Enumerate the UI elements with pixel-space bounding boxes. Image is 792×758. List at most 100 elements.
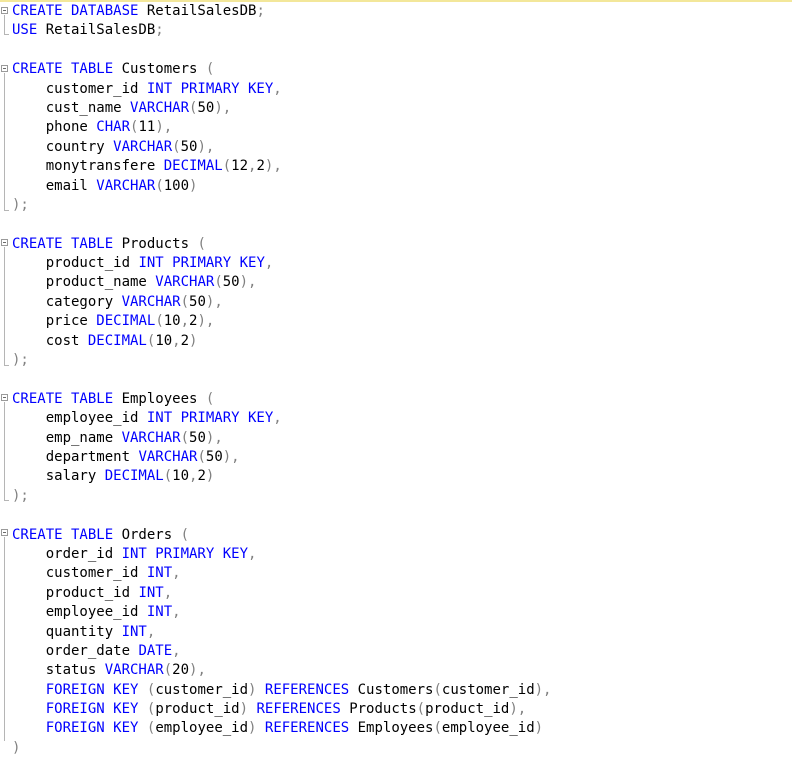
sql-identifier: emp_name (12, 429, 122, 446)
code-line[interactable]: cost DECIMAL(10,2) (12, 332, 551, 351)
sql-identifier: 2 (180, 332, 190, 349)
sql-punctuation: ( (180, 293, 190, 310)
sql-punctuation: ( (416, 701, 426, 718)
sql-punctuation: ); (12, 487, 29, 504)
code-line[interactable]: CREATE TABLE Customers ( (12, 60, 551, 79)
code-line[interactable]: emp_name VARCHAR(50), (12, 429, 551, 448)
sql-punctuation: ); (12, 196, 29, 213)
sql-keyword: VARCHAR (138, 448, 198, 465)
code-line[interactable]: country VARCHAR(50), (12, 138, 551, 157)
sql-keyword: VARCHAR (121, 429, 181, 446)
sql-keyword: VARCHAR (96, 177, 156, 194)
sql-identifier: salary (12, 468, 105, 485)
code-lines[interactable]: CREATE DATABASE RetailSalesDB; USE Retail… (12, 2, 551, 758)
code-line[interactable]: customer_id INT PRIMARY KEY, (12, 80, 551, 99)
code-line[interactable]: order_id INT PRIMARY KEY, (12, 545, 551, 564)
collapse-toggle-icon[interactable] (1, 529, 8, 536)
code-line[interactable] (12, 506, 551, 525)
sql-identifier: 50 (205, 448, 223, 465)
sql-punctuation: ; (155, 22, 164, 39)
code-line[interactable]: phone CHAR(11), (12, 118, 551, 137)
sql-punctuation: ), (534, 681, 552, 698)
code-line[interactable]: product_id INT PRIMARY KEY, (12, 254, 551, 273)
code-line[interactable]: CREATE DATABASE RetailSalesDB; (12, 2, 551, 21)
sql-punctuation: ), (509, 701, 527, 718)
code-line[interactable] (12, 215, 551, 234)
sql-identifier: 10 (155, 332, 173, 349)
sql-identifier: 2 (256, 158, 265, 175)
code-line[interactable]: cust_name VARCHAR(50), (12, 99, 551, 118)
sql-punctuation: ), (239, 274, 257, 291)
sql-punctuation: ( (155, 313, 164, 330)
sql-keyword: INT (146, 565, 173, 582)
code-line[interactable]: price DECIMAL(10,2), (12, 312, 551, 331)
collapse-toggle-icon[interactable] (1, 65, 8, 72)
sql-identifier: customer_id (12, 80, 147, 97)
sql-keyword: DECIMAL (104, 468, 164, 485)
code-line[interactable]: monytransfere DECIMAL(12,2), (12, 157, 551, 176)
code-line[interactable]: employee_id INT PRIMARY KEY, (12, 409, 551, 428)
code-line[interactable]: product_id INT, (12, 584, 551, 603)
code-line[interactable]: CREATE TABLE Products ( (12, 235, 551, 254)
code-line[interactable]: ); (12, 351, 551, 370)
sql-identifier: 50 (197, 99, 215, 116)
sql-punctuation: ( (205, 390, 215, 407)
code-line[interactable]: CREATE TABLE Employees ( (12, 390, 551, 409)
sql-keyword: CREATE TABLE (12, 526, 122, 543)
sql-identifier: 50 (189, 429, 206, 446)
code-line[interactable]: status VARCHAR(20), (12, 661, 551, 680)
fold-guide-end (4, 500, 9, 501)
fold-guide-line (4, 15, 5, 34)
sql-punctuation: , (172, 642, 181, 659)
sql-identifier: product_name (12, 274, 156, 291)
collapse-toggle-icon[interactable] (1, 394, 8, 401)
sql-punctuation: ); (12, 352, 29, 369)
code-line[interactable] (12, 370, 551, 389)
sql-identifier: employee_id (12, 410, 147, 427)
sql-code-editor[interactable]: CREATE DATABASE RetailSalesDB; USE Retail… (0, 0, 792, 756)
fold-guide-line (4, 537, 5, 741)
code-line[interactable] (12, 41, 551, 60)
code-line[interactable]: employee_id INT, (12, 603, 551, 622)
sql-punctuation: ( (197, 235, 206, 252)
sql-punctuation: ) (248, 720, 265, 737)
code-line[interactable]: quantity INT, (12, 623, 551, 642)
sql-identifier: monytransfere (12, 158, 164, 175)
code-line[interactable]: order_date DATE, (12, 642, 551, 661)
code-line[interactable]: customer_id INT, (12, 564, 551, 583)
code-line[interactable]: ); (12, 487, 551, 506)
sql-keyword: DECIMAL (87, 332, 147, 349)
code-line[interactable]: FOREIGN KEY (customer_id) REFERENCES Cus… (12, 681, 552, 700)
sql-identifier: 12 (231, 158, 249, 175)
code-line[interactable]: department VARCHAR(50), (12, 448, 551, 467)
sql-identifier: product_id (12, 584, 139, 601)
sql-keyword: VARCHAR (130, 99, 190, 116)
code-line[interactable]: ); (12, 196, 551, 215)
code-line[interactable]: FOREIGN KEY (product_id) REFERENCES Prod… (12, 700, 551, 719)
code-line[interactable]: FOREIGN KEY (employee_id) REFERENCES Emp… (12, 719, 551, 738)
code-line[interactable]: email VARCHAR(100) (12, 177, 551, 196)
code-line[interactable]: category VARCHAR(50), (12, 293, 551, 312)
fold-guide-line (4, 402, 5, 500)
sql-punctuation: ) (189, 177, 198, 194)
collapse-toggle-icon[interactable] (1, 7, 8, 14)
sql-punctuation: ), (155, 119, 173, 136)
code-line[interactable]: ) (12, 739, 551, 758)
collapse-toggle-icon[interactable] (1, 239, 8, 246)
sql-punctuation: , (264, 255, 274, 272)
sql-punctuation: ), (205, 293, 223, 310)
code-line[interactable]: USE RetailSalesDB; (12, 21, 551, 40)
sql-keyword: VARCHAR (121, 293, 181, 310)
sql-identifier: Employees (357, 720, 434, 737)
sql-identifier: customer_id (155, 681, 249, 698)
sql-keyword: VARCHAR (104, 662, 164, 679)
sql-keyword: INT PRIMARY KEY (146, 410, 274, 427)
fold-guide-line (4, 73, 5, 210)
sql-punctuation: ( (433, 681, 442, 698)
code-line[interactable]: CREATE TABLE Orders ( (12, 526, 551, 545)
sql-punctuation: ), (189, 662, 206, 679)
sql-keyword: INT PRIMARY KEY (121, 545, 249, 562)
code-line[interactable]: salary DECIMAL(10,2) (12, 467, 551, 486)
code-line[interactable]: product_name VARCHAR(50), (12, 273, 551, 292)
sql-punctuation: ( (163, 662, 173, 679)
